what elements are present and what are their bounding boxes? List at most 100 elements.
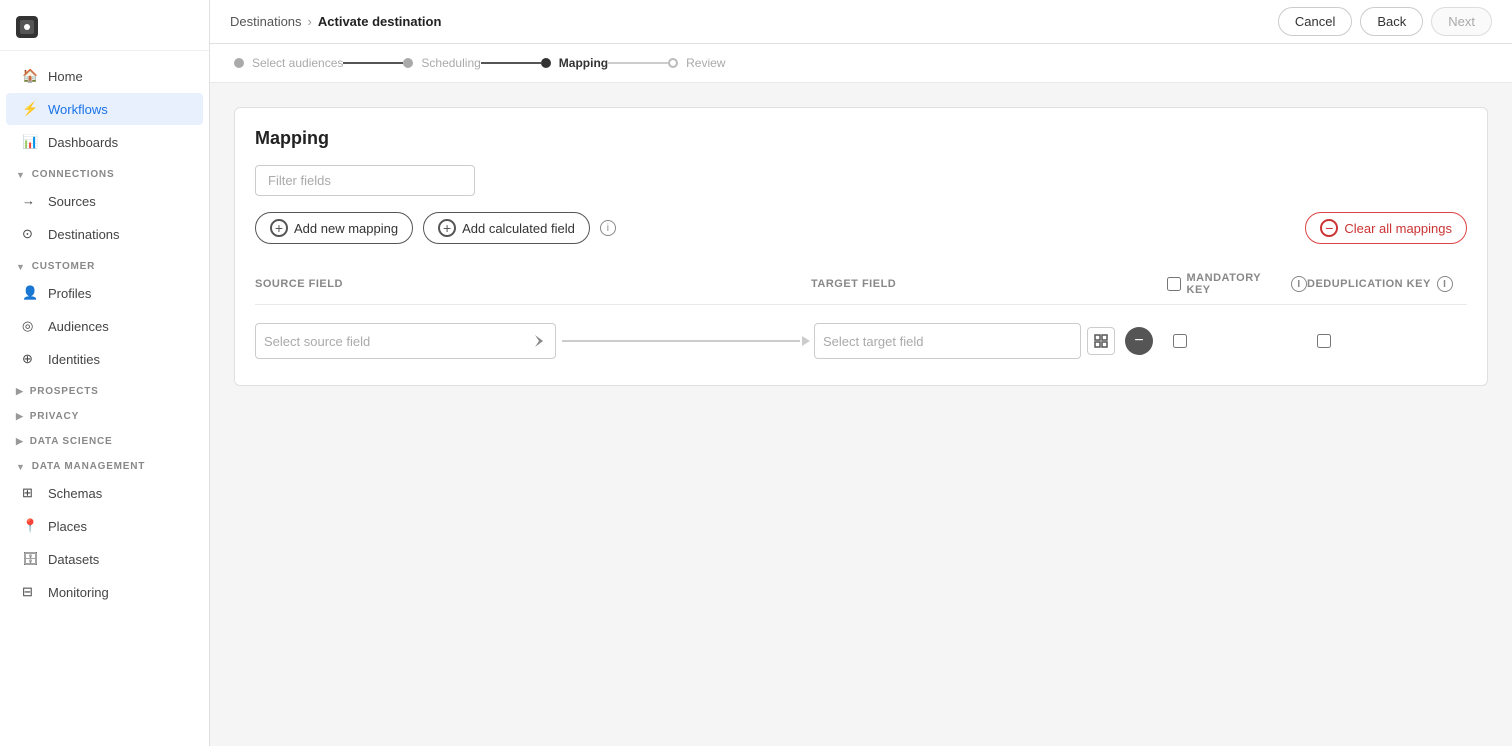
remove-circle-icon: − (1320, 219, 1338, 237)
sidebar-item-profiles-label: Profiles (48, 286, 91, 301)
sidebar-nav: 🏠 Home ⚡ Workflows 📊 Dashboards ▼ CONNEC… (0, 51, 209, 746)
sidebar-section-data-management[interactable]: ▼ DATA MANAGEMENT (0, 451, 209, 476)
sidebar-item-datasets-label: Datasets (48, 552, 99, 567)
step-connector-3 (608, 62, 668, 64)
arrow-right-icon (535, 335, 547, 347)
sidebar-item-monitoring-label: Monitoring (48, 585, 109, 600)
sidebar-item-places[interactable]: 📍 Places (6, 510, 203, 542)
mandatory-key-header: MANDATORY KEY i (1167, 272, 1307, 296)
filter-fields-input[interactable] (255, 165, 475, 196)
sidebar: 🏠 Home ⚡ Workflows 📊 Dashboards ▼ CONNEC… (0, 0, 210, 746)
add-new-mapping-button[interactable]: + Add new mapping (255, 212, 413, 244)
sidebar-item-sources[interactable]: → Sources (6, 185, 203, 217)
source-field-input-wrapper[interactable]: Select source field (255, 323, 556, 359)
data-management-section-label: DATA MANAGEMENT (32, 461, 145, 472)
target-field-container: Select target field (814, 323, 1115, 359)
main-content: Destinations › Activate destination Canc… (210, 0, 1512, 746)
add-mapping-label: Add new mapping (294, 221, 398, 236)
action-row: + Add new mapping + Add calculated field… (255, 212, 1467, 244)
sidebar-item-datasets[interactable]: 🗄 Datasets (6, 543, 203, 575)
breadcrumb-current: Activate destination (318, 14, 442, 29)
breadcrumb-parent[interactable]: Destinations (230, 14, 302, 29)
mandatory-key-header-checkbox[interactable] (1167, 277, 1181, 291)
sidebar-item-schemas[interactable]: ⊞ Schemas (6, 477, 203, 509)
sidebar-item-profiles[interactable]: 👤 Profiles (6, 277, 203, 309)
step-label-scheduling: Scheduling (421, 56, 480, 70)
step-connector-1 (343, 62, 403, 64)
sidebar-section-privacy[interactable]: ▶ PRIVACY (0, 401, 209, 426)
chevron-right-icon-2: ▶ (16, 411, 24, 422)
deduplication-key-header: DEDUPLICATION KEY i (1307, 276, 1467, 292)
sidebar-section-customer[interactable]: ▼ CUSTOMER (0, 251, 209, 276)
step-dot-select-audiences (234, 58, 244, 68)
chevron-right-icon: ▶ (16, 386, 24, 397)
mandatory-key-checkbox[interactable] (1173, 334, 1187, 348)
sidebar-item-identities[interactable]: ⊕ Identities (6, 343, 203, 375)
sidebar-item-monitoring[interactable]: ⊟ Monitoring (6, 576, 203, 608)
delete-row-button[interactable]: − (1125, 327, 1153, 355)
mapping-section: Mapping + Add new mapping + Add calculat… (234, 107, 1488, 386)
audiences-icon: ◎ (22, 318, 38, 334)
monitoring-icon: ⊟ (22, 584, 38, 600)
page-body: Mapping + Add new mapping + Add calculat… (210, 83, 1512, 746)
mandatory-info-icon[interactable]: i (1291, 276, 1307, 292)
add-circle-icon-2: + (438, 219, 456, 237)
back-button[interactable]: Back (1360, 7, 1423, 36)
deduplication-key-checkbox[interactable] (1317, 334, 1331, 348)
step-dot-mapping (541, 58, 551, 68)
sidebar-section-data-science[interactable]: ▶ DATA SCIENCE (0, 426, 209, 451)
step-review: Review (668, 56, 725, 70)
dashboards-icon: 📊 (22, 134, 38, 150)
sidebar-item-workflows-label: Workflows (48, 102, 108, 117)
topbar: Destinations › Activate destination Canc… (210, 0, 1512, 44)
sidebar-item-schemas-label: Schemas (48, 486, 102, 501)
sidebar-item-places-label: Places (48, 519, 87, 534)
connector-arrow-head (802, 336, 810, 346)
mapping-title: Mapping (255, 128, 1467, 149)
cancel-button[interactable]: Cancel (1278, 7, 1352, 36)
sidebar-item-destinations-label: Destinations (48, 227, 120, 242)
expand-icon (1094, 334, 1108, 348)
mandatory-key-cell (1163, 334, 1303, 348)
prospects-section-label: PROSPECTS (30, 386, 99, 397)
sidebar-item-audiences[interactable]: ◎ Audiences (6, 310, 203, 342)
next-button[interactable]: Next (1431, 7, 1492, 36)
chevron-right-icon-3: ▶ (16, 436, 24, 447)
source-field-placeholder: Select source field (264, 334, 535, 349)
target-field-input-wrapper[interactable]: Select target field (814, 323, 1081, 359)
add-calculated-label: Add calculated field (462, 221, 575, 236)
step-scheduling: Scheduling (403, 56, 480, 70)
sidebar-item-home[interactable]: 🏠 Home (6, 60, 203, 92)
breadcrumb: Destinations › Activate destination (230, 14, 441, 29)
step-mapping: Mapping (541, 56, 608, 70)
schemas-icon: ⊞ (22, 485, 38, 501)
step-label-select-audiences: Select audiences (252, 56, 343, 70)
source-field-header: SOURCE FIELD (255, 278, 571, 290)
sidebar-item-sources-label: Sources (48, 194, 96, 209)
logo-icon (16, 16, 38, 38)
stepper-bar: Select audiences Scheduling Mapping Revi… (210, 44, 1512, 83)
chevron-down-icon-3: ▼ (16, 462, 26, 472)
data-science-section-label: DATA SCIENCE (30, 436, 113, 447)
clear-all-mappings-button[interactable]: − Clear all mappings (1305, 212, 1467, 244)
sidebar-item-audiences-label: Audiences (48, 319, 109, 334)
sidebar-item-destinations[interactable]: ⊙ Destinations (6, 218, 203, 250)
step-dot-review (668, 58, 678, 68)
topbar-actions: Cancel Back Next (1278, 7, 1492, 36)
table-row: Select source field Select target field (255, 317, 1467, 365)
workflows-icon: ⚡ (22, 101, 38, 117)
breadcrumb-separator: › (308, 14, 312, 29)
clear-all-label: Clear all mappings (1344, 221, 1452, 236)
home-icon: 🏠 (22, 68, 38, 84)
sidebar-section-connections[interactable]: ▼ CONNECTIONS (0, 159, 209, 184)
sidebar-logo (0, 0, 209, 51)
target-field-placeholder: Select target field (823, 334, 1072, 349)
sidebar-item-workflows[interactable]: ⚡ Workflows (6, 93, 203, 125)
add-calculated-field-button[interactable]: + Add calculated field (423, 212, 590, 244)
dedup-info-icon[interactable]: i (1437, 276, 1453, 292)
info-icon[interactable]: i (600, 220, 616, 236)
sidebar-section-prospects[interactable]: ▶ PROSPECTS (0, 376, 209, 401)
step-select-audiences: Select audiences (234, 56, 343, 70)
field-expand-button[interactable] (1087, 327, 1115, 355)
sidebar-item-dashboards[interactable]: 📊 Dashboards (6, 126, 203, 158)
